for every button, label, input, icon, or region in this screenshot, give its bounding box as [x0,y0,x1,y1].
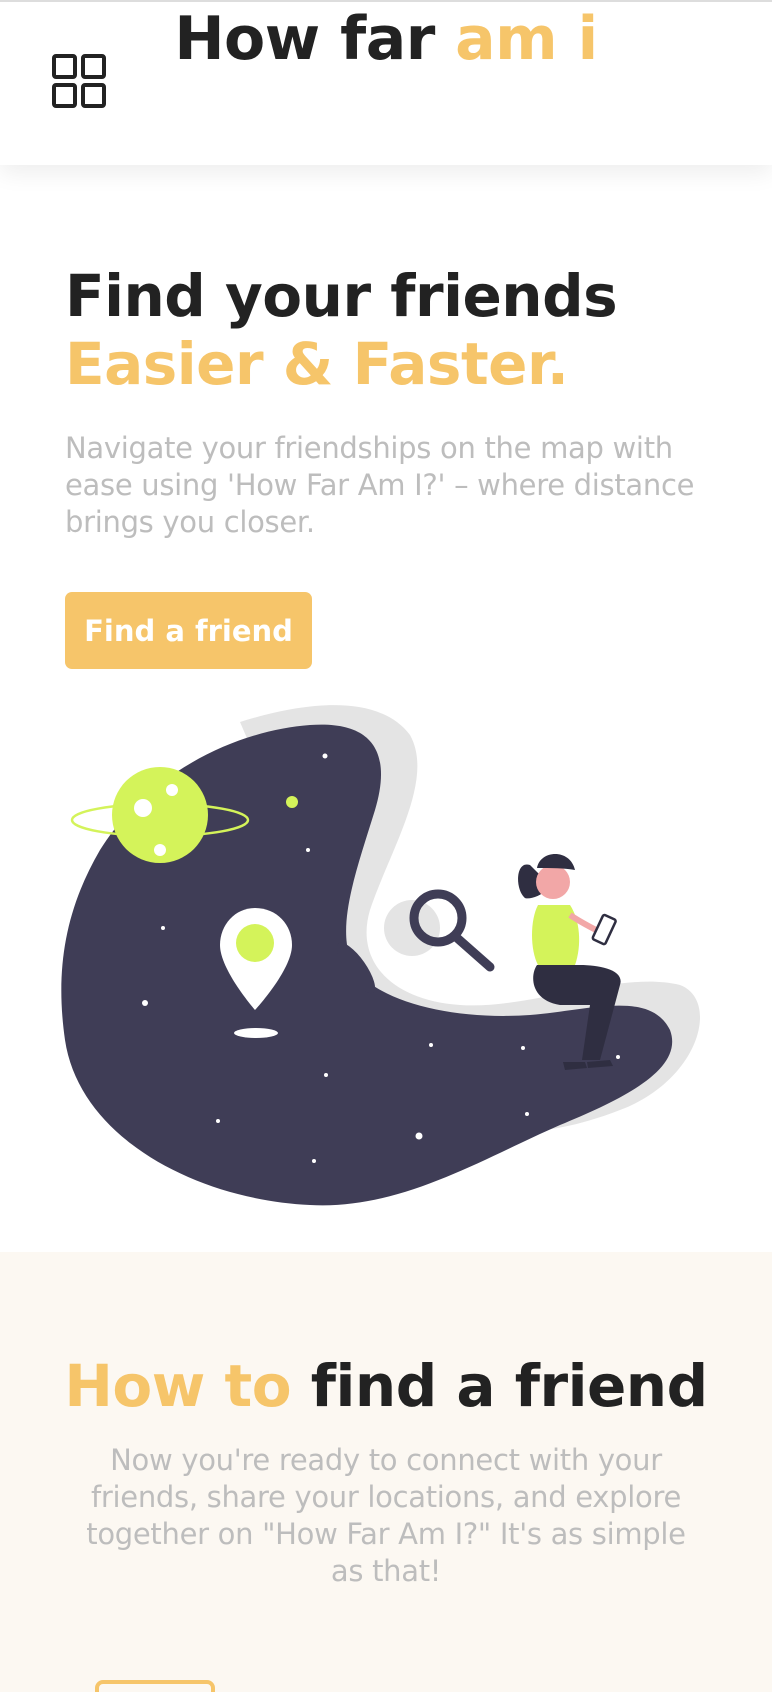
how-to-section: How to find a friend Now you're ready to… [0,1252,772,1692]
brand-text-accent: am i [455,4,598,74]
how-to-title-main: find a friend [291,1352,708,1420]
how-to-title-accent: How to [64,1352,292,1420]
hero-title-line2: Easier & Faster. [65,330,569,398]
top-header: How far am i [0,0,772,165]
magnifier-icon [384,889,495,972]
hero-title-line1: Find your friends [65,262,618,330]
how-to-next-button[interactable] [95,1680,215,1692]
hero-illustration [61,705,700,1206]
hero-description: Navigate your friendships on the map wit… [65,431,695,539]
page: How far am i Find your friends Easier & … [0,0,772,1692]
hero-title: Find your friends Easier & Faster. [65,262,618,398]
find-a-friend-button[interactable]: Find a friend [65,592,312,669]
how-to-title: How to find a friend [0,1352,772,1420]
app-brand[interactable]: How far am i [0,4,772,74]
how-to-description: Now you're ready to connect with your fr… [86,1443,686,1588]
brand-text-main: How far [174,4,456,74]
